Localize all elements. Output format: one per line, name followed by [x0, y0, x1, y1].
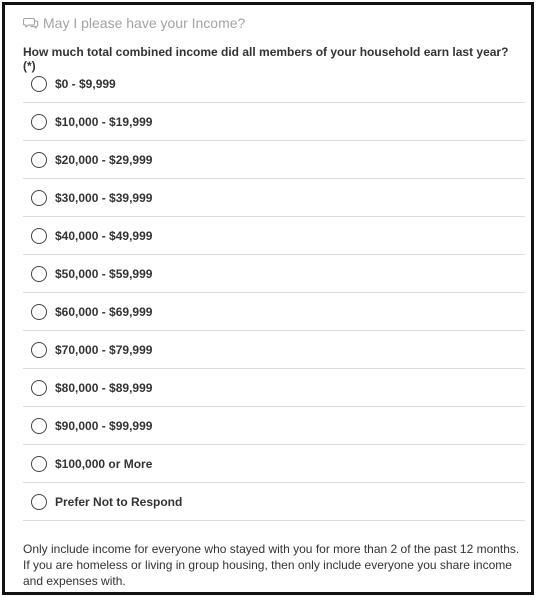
option-label: $10,000 - $19,999 — [55, 114, 153, 129]
option-90000-99999[interactable]: $90,000 - $99,999 — [23, 407, 525, 445]
option-label: $40,000 - $49,999 — [55, 228, 153, 243]
option-20000-29999[interactable]: $20,000 - $29,999 — [23, 141, 525, 179]
option-label: $20,000 - $29,999 — [55, 152, 153, 167]
option-label: Prefer Not to Respond — [55, 494, 183, 509]
option-70000-79999[interactable]: $70,000 - $79,999 — [23, 331, 525, 369]
radio-button[interactable] — [31, 493, 47, 510]
option-40000-49999[interactable]: $40,000 - $49,999 — [23, 217, 525, 255]
option-30000-39999[interactable]: $30,000 - $39,999 — [23, 179, 525, 217]
radio-button[interactable] — [31, 75, 47, 92]
income-options-list: $0 - $9,999 $10,000 - $19,999 $20,000 - … — [23, 65, 525, 521]
option-50000-59999[interactable]: $50,000 - $59,999 — [23, 255, 525, 293]
option-60000-69999[interactable]: $60,000 - $69,999 — [23, 293, 525, 331]
option-0-9999[interactable]: $0 - $9,999 — [23, 65, 525, 103]
help-note-line: Only include income for everyone who sta… — [23, 542, 520, 556]
option-label: $90,000 - $99,999 — [55, 418, 153, 433]
option-label: $30,000 - $39,999 — [55, 190, 153, 205]
radio-button[interactable] — [31, 341, 47, 358]
radio-button[interactable] — [31, 417, 47, 434]
option-label: $70,000 - $79,999 — [55, 342, 153, 357]
radio-button[interactable] — [31, 189, 47, 206]
option-label: $80,000 - $89,999 — [55, 380, 153, 395]
option-label: $50,000 - $59,999 — [55, 266, 153, 281]
option-label: $0 - $9,999 — [55, 76, 116, 91]
option-100000-or-more[interactable]: $100,000 or More — [23, 445, 525, 483]
option-label: $100,000 or More — [55, 456, 153, 471]
chat-bubbles-icon — [22, 15, 39, 31]
radio-button[interactable] — [31, 151, 47, 168]
radio-button[interactable] — [31, 379, 47, 396]
option-10000-19999[interactable]: $10,000 - $19,999 — [23, 103, 525, 141]
income-question-card: May I please have your Income? How much … — [2, 2, 534, 595]
card-header: May I please have your Income? — [22, 12, 246, 34]
radio-button[interactable] — [31, 455, 47, 472]
radio-button[interactable] — [31, 265, 47, 282]
option-label: $60,000 - $69,999 — [55, 304, 153, 319]
radio-button[interactable] — [31, 303, 47, 320]
help-note-line: If you are homeless or living in group h… — [23, 558, 512, 588]
option-80000-89999[interactable]: $80,000 - $89,999 — [23, 369, 525, 407]
radio-button[interactable] — [31, 113, 47, 130]
option-prefer-not-to-respond[interactable]: Prefer Not to Respond — [23, 483, 525, 521]
help-note: Only include income for everyone who sta… — [23, 541, 523, 589]
card-title: May I please have your Income? — [43, 15, 246, 31]
radio-button[interactable] — [31, 227, 47, 244]
